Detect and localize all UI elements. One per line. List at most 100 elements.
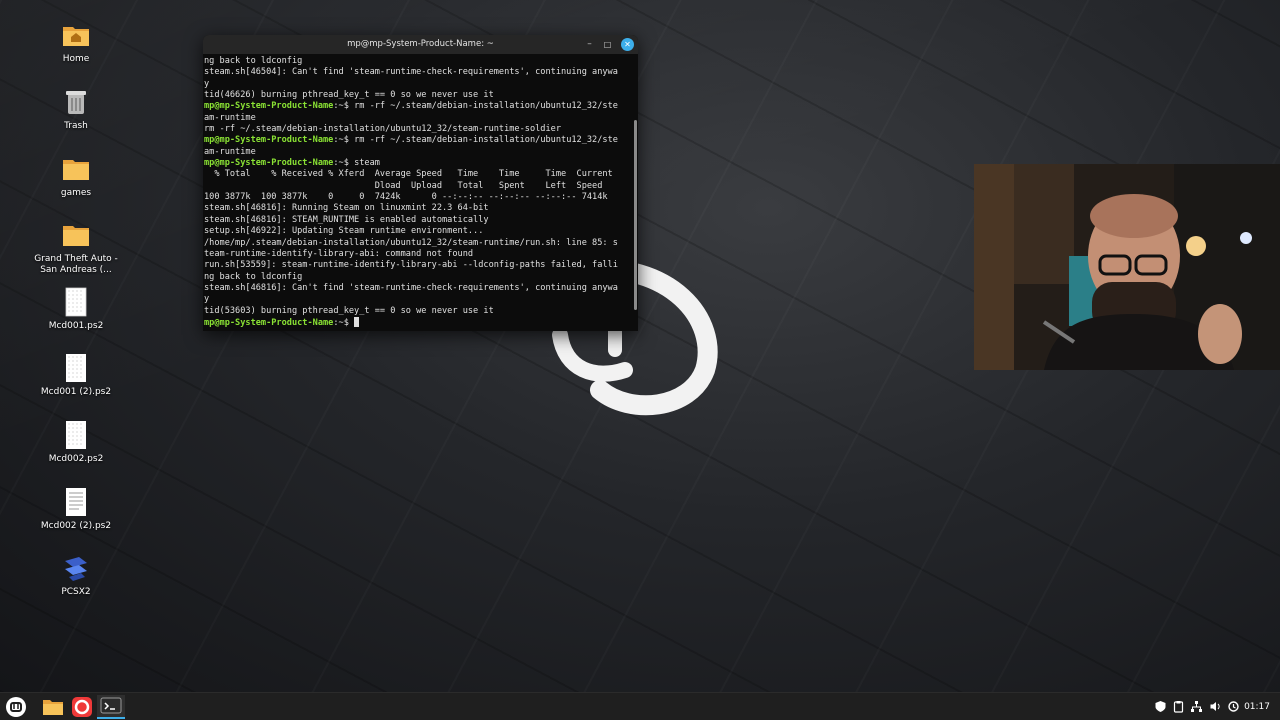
terminal-line-text: setup.sh[46922]: Updating Steam runtime … bbox=[204, 226, 484, 237]
prompt-user-host: mp@mp-System-Product-Name bbox=[204, 135, 334, 146]
terminal-output-line: run.sh[53559]: steam-runtime-identify-li… bbox=[204, 260, 630, 271]
desktop-icon-label: Grand Theft Auto - San Andreas (... bbox=[34, 254, 118, 275]
trash-icon bbox=[66, 91, 86, 114]
desktop-icon-label: Mcd001.ps2 bbox=[48, 321, 104, 331]
folder-icon bbox=[63, 226, 89, 246]
mint-menu-button[interactable] bbox=[4, 695, 28, 719]
terminal-output-line: setup.sh[46922]: Updating Steam runtime … bbox=[204, 226, 630, 237]
terminal-output-line: tid(46626) burning pthread_key_t == 0 so… bbox=[204, 90, 630, 101]
file-icon bbox=[66, 354, 86, 382]
terminal-output[interactable]: ng back to ldconfig steam.sh[46504]: Can'… bbox=[203, 54, 638, 331]
text-file-icon bbox=[66, 488, 86, 516]
browser-launcher[interactable] bbox=[70, 695, 94, 719]
desktop-icon-trash[interactable]: Trash bbox=[28, 87, 124, 132]
terminal-window[interactable]: mp@mp-System-Product-Name: ~ – □ ✕ ng ba… bbox=[203, 35, 638, 331]
clipboard-icon[interactable] bbox=[1172, 700, 1185, 713]
desktop-icon-mcd001[interactable]: Mcd001.ps2 bbox=[28, 287, 124, 332]
terminal-output-line: rm -rf ~/.steam/debian-installation/ubun… bbox=[204, 124, 630, 135]
desktop-icon-mcd001-2[interactable]: Mcd001 (2).ps2 bbox=[28, 353, 124, 398]
file-icon bbox=[65, 287, 87, 317]
terminal-titlebar[interactable]: mp@mp-System-Product-Name: ~ – □ ✕ bbox=[203, 35, 638, 54]
terminal-output-line: am-runtime bbox=[204, 113, 630, 124]
terminal-line-text: ng back to ldconfig bbox=[204, 56, 303, 66]
terminal-line-text: steam.sh[46504]: Can't find 'steam-runti… bbox=[204, 67, 618, 78]
terminal-line-text: run.sh[53559]: steam-runtime-identify-li… bbox=[204, 260, 618, 271]
terminal-line-text: % Total % Received % Xferd Average Speed… bbox=[204, 169, 613, 180]
terminal-line-text: steam bbox=[354, 158, 380, 169]
webcam-person-image bbox=[974, 164, 1280, 370]
terminal-output-line: steam.sh[46504]: Can't find 'steam-runti… bbox=[204, 67, 630, 78]
desktop-icon-gta-folder[interactable]: Grand Theft Auto - San Andreas (... bbox=[28, 220, 124, 276]
update-icon[interactable] bbox=[1227, 700, 1240, 713]
terminal-output-line: 100 3877k 100 3877k 0 0 7424k 0 --:--:--… bbox=[204, 192, 630, 203]
terminal-output-line: % Total % Received % Xferd Average Speed… bbox=[204, 169, 630, 180]
terminal-output-line: steam.sh[46816]: STEAM_RUNTIME is enable… bbox=[204, 215, 630, 226]
pcsx2-icon bbox=[65, 557, 87, 581]
network-icon[interactable] bbox=[1190, 700, 1203, 713]
terminal-task[interactable] bbox=[97, 695, 125, 719]
taskbar: 01:17 bbox=[0, 692, 1280, 720]
terminal-line-text: rm -rf ~/.steam/debian-installation/ubun… bbox=[354, 135, 618, 146]
terminal-line-text: rm -rf ~/.steam/debian-installation/ubun… bbox=[354, 101, 618, 112]
window-title: mp@mp-System-Product-Name: ~ bbox=[347, 39, 494, 49]
terminal-line-text: Dload Upload Total Spent Left Speed bbox=[204, 180, 603, 191]
folder-icon bbox=[63, 160, 89, 180]
file-icon bbox=[66, 421, 86, 449]
desktop-icon-mcd002-2[interactable]: Mcd002 (2).ps2 bbox=[28, 487, 124, 532]
terminal-output-line: /home/mp/.steam/debian-installation/ubun… bbox=[204, 238, 630, 249]
home-folder-icon bbox=[63, 27, 89, 46]
terminal-output-line: ng back to ldconfig bbox=[204, 56, 630, 67]
terminal-icon bbox=[100, 697, 122, 714]
volume-icon[interactable] bbox=[1209, 700, 1222, 713]
terminal-line-text: 100 3877k 100 3877k 0 0 7424k 0 --:--:--… bbox=[204, 192, 608, 203]
files-launcher[interactable] bbox=[41, 695, 65, 719]
desktop-icon-home[interactable]: Home bbox=[28, 20, 124, 65]
clock[interactable]: 01:17 bbox=[1244, 693, 1270, 720]
desktop-icon-label: Trash bbox=[64, 121, 88, 131]
terminal-output-line: ng back to ldconfig bbox=[204, 272, 630, 283]
terminal-line-text: team-runtime-identify-library-abi: comma… bbox=[204, 248, 474, 259]
prompt-path: :~$ bbox=[333, 317, 355, 328]
desktop-icon-mcd002[interactable]: Mcd002.ps2 bbox=[28, 420, 124, 465]
maximize-button[interactable]: □ bbox=[601, 38, 614, 51]
terminal-output-line: y bbox=[204, 294, 630, 305]
desktop-icon-label: Home bbox=[62, 54, 90, 64]
terminal-output-line: steam.sh[46816]: Can't find 'steam-runti… bbox=[204, 283, 630, 294]
folder-icon bbox=[43, 700, 63, 715]
prompt-path: :~$ bbox=[333, 135, 355, 146]
terminal-line-text: y bbox=[204, 78, 210, 89]
text-cursor bbox=[354, 316, 360, 327]
terminal-output-line: am-runtime bbox=[204, 147, 630, 158]
close-button[interactable]: ✕ bbox=[621, 38, 634, 51]
terminal-line-text: rm -rf ~/.steam/debian-installation/ubun… bbox=[204, 124, 561, 135]
webcam-overlay bbox=[974, 164, 1280, 370]
terminal-line-text: /home/mp/.steam/debian-installation/ubun… bbox=[204, 237, 618, 248]
terminal-line-text: y bbox=[204, 294, 210, 305]
terminal-output-line: Dload Upload Total Spent Left Speed bbox=[204, 181, 630, 192]
terminal-line-text: steam.sh[46816]: Running Steam on linuxm… bbox=[204, 203, 489, 214]
terminal-prompt-line: mp@mp-System-Product-Name:~$ rm -rf ~/.s… bbox=[204, 135, 630, 146]
prompt-path: :~$ bbox=[333, 101, 355, 112]
desktop-icon-label: Mcd002 (2).ps2 bbox=[40, 521, 112, 531]
terminal-line-text: ng back to ldconfig bbox=[204, 271, 303, 282]
desktop-icon-games[interactable]: games bbox=[28, 154, 124, 199]
terminal-line-text: am-runtime bbox=[204, 112, 256, 123]
shield-icon[interactable] bbox=[1154, 700, 1167, 713]
terminal-line-text: am-runtime bbox=[204, 146, 256, 157]
terminal-output-line: tid(53603) burning pthread_key_t == 0 so… bbox=[204, 306, 630, 317]
prompt-path: :~$ bbox=[333, 158, 355, 169]
terminal-output-line: steam.sh[46816]: Running Steam on linuxm… bbox=[204, 203, 630, 214]
terminal-line-text: steam.sh[46816]: Can't find 'steam-runti… bbox=[204, 282, 618, 293]
terminal-prompt-line: mp@mp-System-Product-Name:~$ rm -rf ~/.s… bbox=[204, 101, 630, 112]
desktop-icon-label: games bbox=[60, 188, 92, 198]
terminal-line-text: tid(46626) burning pthread_key_t == 0 so… bbox=[204, 90, 494, 101]
terminal-prompt-line: mp@mp-System-Product-Name:~$ steam bbox=[204, 158, 630, 169]
terminal-output-line: team-runtime-identify-library-abi: comma… bbox=[204, 249, 630, 260]
desktop-icon-label: Mcd002.ps2 bbox=[48, 454, 104, 464]
prompt-user-host: mp@mp-System-Product-Name bbox=[204, 158, 334, 169]
minimize-button[interactable]: – bbox=[583, 38, 596, 51]
prompt-user-host: mp@mp-System-Product-Name bbox=[204, 317, 334, 328]
terminal-line-text: tid(53603) burning pthread_key_t == 0 so… bbox=[204, 305, 494, 316]
desktop-icon-pcsx2[interactable]: PCSX2 bbox=[28, 553, 124, 598]
terminal-scrollbar[interactable] bbox=[634, 120, 637, 310]
